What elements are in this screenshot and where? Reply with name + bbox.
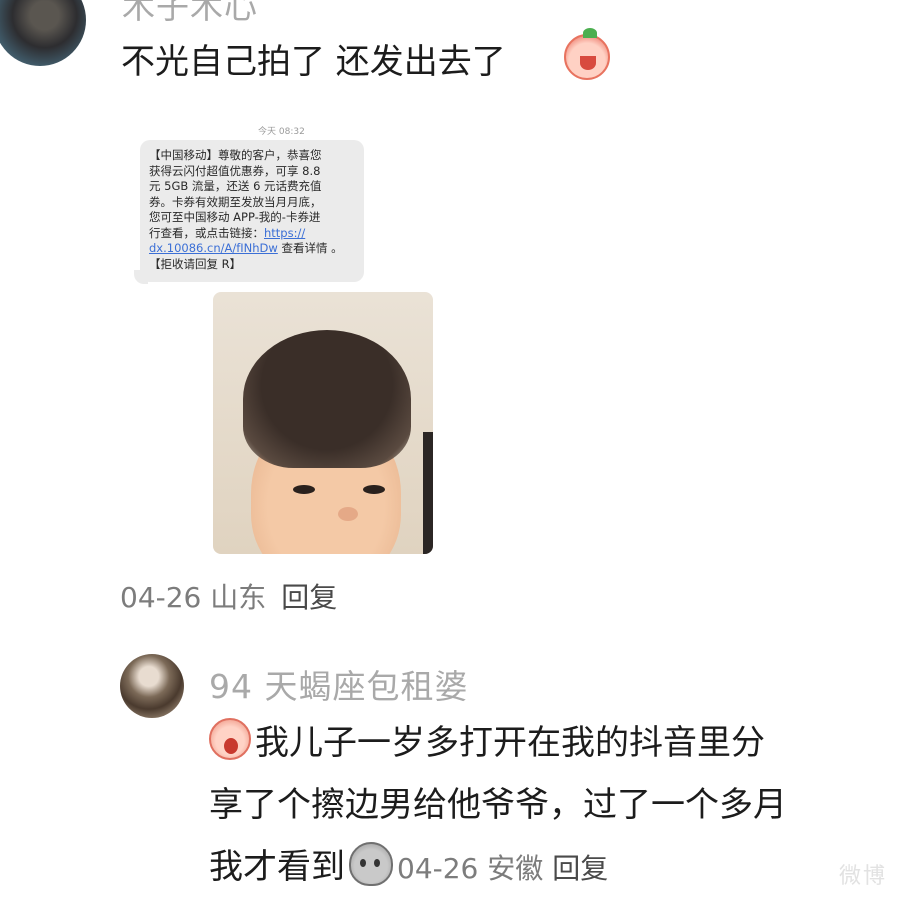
- comment-text: 不光自己拍了 还发出去了: [121, 42, 506, 82]
- comment-location: 山东: [210, 581, 267, 614]
- user-avatar[interactable]: [0, 0, 86, 66]
- user-avatar[interactable]: [120, 654, 184, 718]
- reply-button[interactable]: 回复: [281, 581, 337, 614]
- comment-location: 安徽: [487, 852, 544, 885]
- screaming-face-icon: [209, 718, 251, 760]
- child-photo-image[interactable]: [213, 292, 433, 554]
- sweat-face-icon: [349, 842, 393, 886]
- sms-link[interactable]: https://: [264, 226, 305, 240]
- crying-face-icon: [564, 28, 610, 80]
- sms-line: dx.10086.cn/A/fINhDw 查看详情 。: [149, 241, 343, 255]
- comment-date: 04-26: [397, 852, 479, 885]
- sms-link[interactable]: dx.10086.cn/A/fINhDw: [149, 241, 278, 255]
- sms-line: 您可至中国移动 APP-我的-卡券进: [149, 210, 321, 224]
- sms-line: 【拒收请回复 R】: [149, 256, 242, 271]
- sms-line: 元 5GB 流量，还送 6 元话费充值: [149, 179, 322, 193]
- sms-line: 行查看，或点击链接：https://: [149, 225, 306, 240]
- sms-line: 券。卡券有效期至发放当月月底，: [149, 194, 322, 209]
- sms-timestamp: 今天 08:32: [258, 127, 305, 137]
- watermark: 微博: [838, 864, 887, 889]
- sms-line: 【中国移动】尊敬的客户，恭喜您: [149, 148, 322, 162]
- comment-meta: 04-26 安徽 回复: [397, 852, 608, 885]
- comment-meta: 04-26 山东 回复: [120, 576, 337, 616]
- photo-hair: [243, 330, 411, 468]
- reply-button[interactable]: 回复: [552, 852, 608, 885]
- comment-username[interactable]: 94 天蝎座包租婆: [209, 660, 468, 708]
- comment-date: 04-26: [120, 581, 202, 614]
- comment-text: 我儿子一岁多打开在我的抖音里分 享了个擦边男给他爷爷，过了一个多月 我才看到 04…: [209, 712, 889, 898]
- sms-line: 获得云闪付超值优惠券，可享 8.8: [149, 163, 321, 178]
- sms-message-image[interactable]: 【中国移动】尊敬的客户，恭喜您 获得云闪付超值优惠券，可享 8.8 元 5GB …: [140, 140, 364, 282]
- comment-username[interactable]: 木子木心: [122, 0, 258, 28]
